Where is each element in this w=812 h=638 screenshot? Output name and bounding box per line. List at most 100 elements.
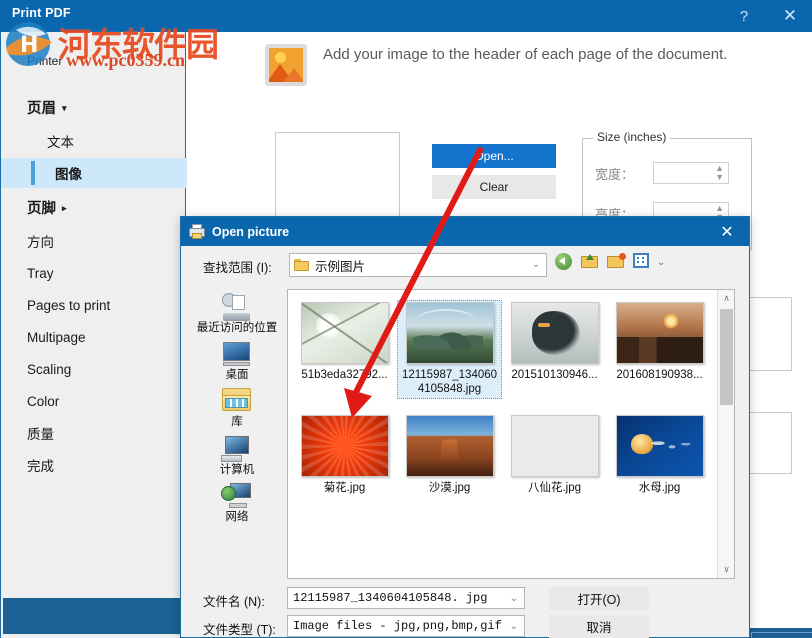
file-item[interactable]: 201510130946...: [502, 300, 607, 399]
place-library[interactable]: 库: [193, 387, 281, 429]
sidebar-bottom-action-bar[interactable]: [3, 598, 185, 634]
file-item[interactable]: 水母.jpg: [607, 413, 712, 498]
dialog-close-icon[interactable]: ✕: [705, 217, 749, 246]
sidebar-item-multipage[interactable]: Multipage: [1, 322, 187, 352]
content-header: Add your image to the header of each pag…: [265, 44, 765, 86]
new-folder-icon[interactable]: [607, 253, 626, 271]
dialog-title: Open picture: [212, 224, 290, 239]
dialog-titlebar: Open picture ✕: [181, 217, 749, 246]
sidebar-item-orientation[interactable]: 方向: [1, 226, 187, 256]
chevron-right-icon: ▸: [62, 202, 67, 213]
file-thumbnail: [615, 414, 704, 477]
file-item[interactable]: 菊花.jpg: [292, 413, 397, 498]
filename-input[interactable]: 12115987_1340604105848. jpg ⌄: [287, 587, 525, 609]
scroll-up-icon[interactable]: ∧: [718, 290, 734, 307]
file-name-label: 八仙花.jpg: [527, 481, 582, 494]
sidebar-item-scaling[interactable]: Scaling: [1, 354, 187, 384]
sidebar-item-label: Scaling: [27, 361, 72, 377]
sidebar-item-label: 质量: [27, 427, 54, 442]
chevron-down-icon: ▾: [62, 102, 67, 113]
sidebar-item-finish[interactable]: 完成: [1, 450, 187, 480]
open-button[interactable]: Open...: [432, 144, 556, 168]
place-label: 最近访问的位置: [196, 322, 278, 334]
filetype-label: 文件类型 (T):: [203, 623, 276, 637]
place-label: 库: [231, 416, 243, 429]
filetype-select[interactable]: Image files - jpg,png,bmp,gif ⌄: [287, 615, 525, 637]
place-computer[interactable]: 计算机: [193, 435, 281, 477]
stepper-arrows-icon: ▲▼: [715, 163, 724, 182]
file-list[interactable]: 51b3eda32792... 12115987_134060 4105848.…: [287, 289, 735, 579]
file-name-label: 51b3eda32792...: [301, 369, 388, 381]
sidebar-item-header[interactable]: 页眉 ▾: [1, 92, 187, 122]
sidebar-item-color[interactable]: Color: [1, 386, 187, 416]
folder-icon: [294, 259, 309, 271]
sidebar-item-label: 页眉: [27, 100, 56, 117]
look-in-combo[interactable]: 示例图片 ⌄: [289, 253, 547, 277]
places-bar: 最近访问的位置 桌面 库 计算机 网络: [191, 289, 283, 579]
content-bottom-action-inner: [751, 632, 812, 638]
up-folder-icon[interactable]: [581, 253, 600, 271]
place-label: 计算机: [219, 463, 255, 476]
chevron-down-icon[interactable]: ⌄: [510, 621, 518, 632]
sidebar-item-text[interactable]: 文本: [1, 126, 187, 156]
dialog-cancel-button[interactable]: 取消: [549, 615, 649, 638]
place-network[interactable]: 网络: [193, 482, 281, 524]
file-thumbnail: [300, 302, 389, 364]
file-item[interactable]: 沙漠.jpg: [397, 413, 502, 498]
place-recent[interactable]: 最近访问的位置: [193, 293, 281, 335]
content-description: Add your image to the header of each pag…: [323, 46, 728, 63]
back-icon[interactable]: [555, 253, 574, 271]
sidebar-item-label: Color: [27, 393, 60, 409]
place-desktop[interactable]: 桌面: [193, 340, 281, 382]
width-label: 宽度：: [595, 166, 635, 182]
main-window-title: Print PDF: [12, 6, 71, 20]
sidebar: Printer 页眉 ▾ 文本 图像 页脚 ▸ 方向 Tray Pages to…: [0, 32, 187, 638]
sidebar-item-label: Multipage: [27, 329, 86, 345]
file-name-label: 201510130946...: [511, 369, 598, 381]
sidebar-item-image[interactable]: 图像: [1, 158, 187, 188]
dialog-toolbar: ⌄: [555, 253, 665, 271]
filename-value: 12115987_1340604105848. jpg: [293, 591, 488, 605]
open-picture-dialog: Open picture ✕ 查找范围 (I): 示例图片 ⌄ ⌄ 最近访问的位…: [180, 216, 750, 638]
file-name-label: 菊花.jpg: [323, 481, 366, 494]
file-item[interactable]: 51b3eda32792...: [292, 300, 397, 399]
sidebar-item-footer[interactable]: 页脚 ▸: [1, 192, 187, 222]
place-label: 网络: [225, 510, 249, 523]
file-item-selected[interactable]: 12115987_134060 4105848.jpg: [397, 300, 502, 399]
views-icon[interactable]: [633, 253, 652, 271]
picture-icon: [265, 44, 307, 86]
dialog-open-button[interactable]: 打开(O): [549, 587, 649, 610]
width-row: 宽度： ▲ ▼: [595, 161, 743, 185]
file-name-label: 201608190938...: [616, 369, 703, 381]
sidebar-item-tray[interactable]: Tray: [1, 258, 187, 288]
file-list-scrollbar[interactable]: ∧ ∨: [717, 290, 734, 578]
width-stepper[interactable]: ▲ ▼: [653, 162, 729, 184]
close-icon[interactable]: ✕: [768, 0, 812, 32]
file-thumbnail: [405, 302, 494, 364]
chevron-down-icon[interactable]: ⌄: [510, 593, 518, 604]
scrollbar-thumb[interactable]: [720, 309, 733, 405]
dialog-form: 文件名 (N): 12115987_1340604105848. jpg ⌄ 文…: [181, 585, 749, 638]
look-in-value: 示例图片: [315, 259, 366, 274]
file-thumbnail: [405, 414, 494, 477]
place-label: 桌面: [225, 369, 249, 382]
printer-icon: [189, 223, 205, 240]
file-thumbnail: [300, 414, 389, 477]
network-icon: [221, 482, 253, 510]
sidebar-item-label: 方向: [27, 235, 54, 250]
help-icon[interactable]: ?: [722, 0, 766, 32]
file-item[interactable]: 201608190938...: [607, 300, 712, 399]
filetype-value: Image files - jpg,png,bmp,gif: [293, 619, 502, 633]
sidebar-item-label: 文本: [47, 135, 74, 150]
sidebar-item-pages-to-print[interactable]: Pages to print: [1, 290, 187, 320]
desktop-icon: [221, 340, 253, 368]
views-chevron-down-icon[interactable]: ⌄: [657, 257, 665, 268]
sidebar-item-quality[interactable]: 质量: [1, 418, 187, 448]
main-titlebar: Print PDF ? ✕: [0, 0, 812, 32]
clear-button[interactable]: Clear: [432, 175, 556, 199]
file-item[interactable]: 八仙花.jpg: [502, 413, 607, 498]
chevron-down-icon: ⌄: [531, 259, 540, 270]
look-in-label: 查找范围 (I):: [203, 261, 272, 275]
file-thumbnail: [615, 302, 704, 364]
scroll-down-icon[interactable]: ∨: [718, 561, 734, 578]
